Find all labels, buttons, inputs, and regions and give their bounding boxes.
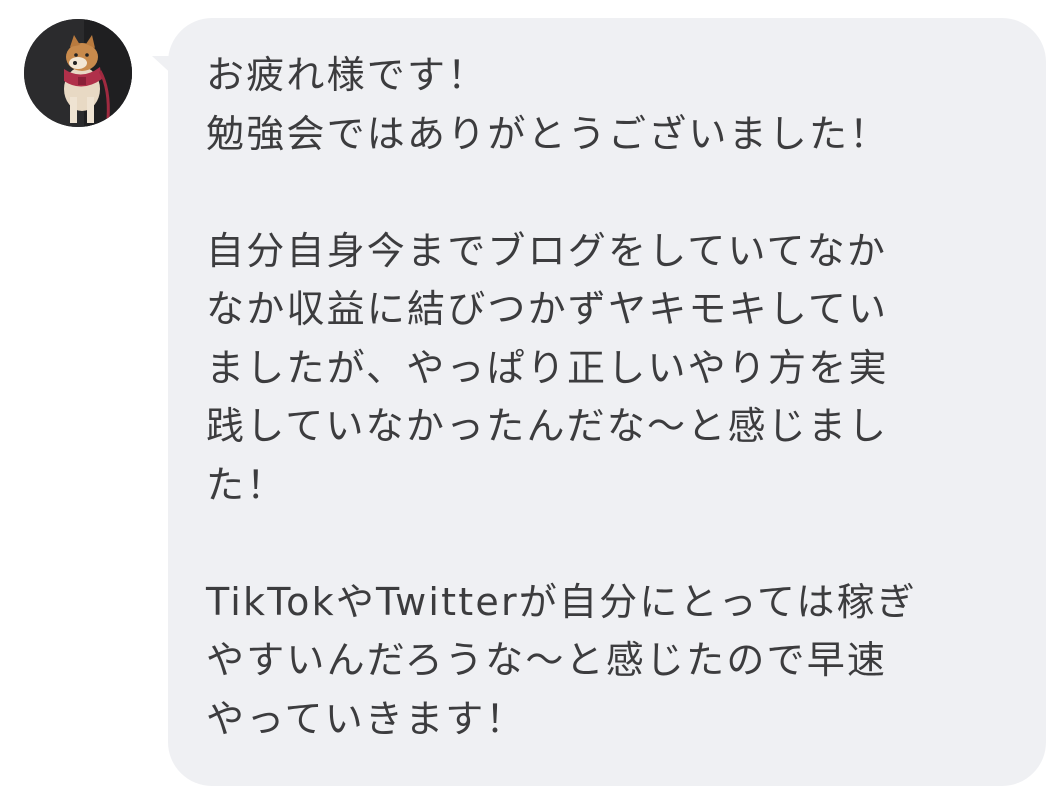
message-line: TikTokやTwitterが自分にとっては稼ぎ xyxy=(206,579,917,624)
message-line xyxy=(206,514,1016,573)
message-line: やすいんだろうな〜と感じたので早速 xyxy=(206,638,888,682)
message-line: 践していなかったんだな〜と感じまし xyxy=(206,404,889,448)
sender-avatar[interactable] xyxy=(24,19,132,127)
message-line: やっていきます！ xyxy=(206,696,526,741)
message-line xyxy=(206,163,1016,222)
message-text: お疲れ様です！ 勉強会ではありがとうございました！ 自分自身今までブログをしてい… xyxy=(206,46,1016,748)
message-line: 自分自身今までブログをしていてなか xyxy=(206,228,888,273)
message-line: なか収益に結びつかずヤキモキしてい xyxy=(206,287,889,331)
message-line: お疲れ様です！ xyxy=(206,53,488,97)
message-line: た！ xyxy=(206,462,287,507)
message-line: 勉強会ではありがとうございました！ xyxy=(206,111,890,156)
message-line: ましたが、やっぱり正しいやり方を実 xyxy=(206,345,889,390)
shiba-dog-photo-icon xyxy=(24,19,132,127)
